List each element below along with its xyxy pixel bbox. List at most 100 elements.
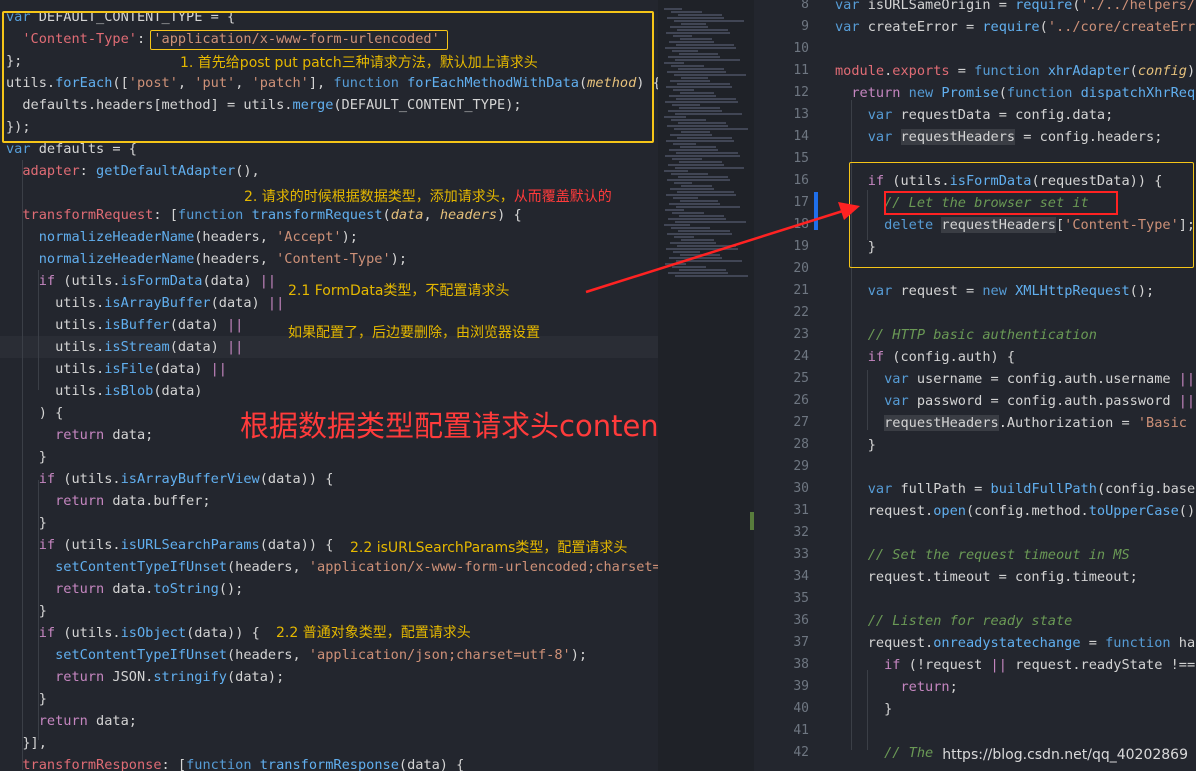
minimap-line [676, 206, 740, 208]
code-token: if [38, 273, 56, 289]
code-token: new [908, 85, 934, 101]
minimap-line [678, 176, 728, 178]
code-token: (data) [169, 317, 227, 333]
annotation-step-2: 2. 请求的时候根据数据类型，添加请求头，从而覆盖默认的 [244, 186, 612, 206]
minimap-line [674, 182, 692, 184]
minimap-line [673, 197, 698, 199]
code-line: if (config.auth) { [835, 346, 1015, 368]
code-token: (headers, [194, 251, 277, 267]
minimap-line [664, 116, 686, 118]
minimap-line [665, 155, 740, 157]
code-token: = [949, 63, 975, 79]
minimap-line [680, 200, 718, 202]
minimap-line [676, 152, 738, 154]
code-line: }], [6, 732, 47, 754]
minimap-line [680, 38, 712, 40]
minimap-line [664, 224, 690, 226]
code-token: } [6, 691, 47, 707]
code-line: if (utils.isFormData(data) || [6, 270, 276, 292]
code-token: './../helpers/ [1080, 0, 1196, 13]
code-token: ); [341, 229, 358, 245]
minimap-line [672, 266, 706, 268]
code-token: if [867, 349, 885, 365]
code-line: var username = config.auth.username || [835, 368, 1195, 390]
code-line: var fullPath = buildFullPath(config.base [835, 478, 1195, 500]
code-token: JSON. [104, 669, 154, 685]
minimap[interactable] [658, 0, 754, 771]
code-line: return new Promise(function dispatchXhrR… [835, 82, 1195, 104]
line-number: 18 [793, 217, 809, 232]
code-token: if [38, 537, 56, 553]
minimap-line [671, 173, 708, 175]
code-token: request.timeout = config.timeout; [835, 569, 1138, 585]
code-token: // Listen for ready state [867, 613, 1073, 629]
line-number: 14 [793, 129, 809, 144]
minimap-line [668, 56, 720, 58]
code-token: utils. [6, 383, 105, 399]
code-line: utils.isStream(data) || [6, 336, 243, 358]
code-token: data; [87, 713, 137, 729]
code-token: = config.headers; [1015, 129, 1163, 145]
code-line: utils.isFile(data) || [6, 358, 227, 380]
code-token: (data); [227, 669, 285, 685]
code-token: isBuffer [104, 317, 170, 333]
code-token: transformResponse [259, 757, 399, 771]
minimap-line [670, 242, 716, 244]
indent-guide [867, 370, 868, 430]
code-token: utils. [6, 295, 105, 311]
code-line: // Listen for ready state [835, 610, 1073, 632]
minimap-line [670, 26, 708, 28]
code-token: function [177, 207, 244, 223]
line-number: 37 [793, 635, 809, 650]
line-number: 33 [793, 547, 809, 562]
code-token: var [884, 393, 909, 409]
code-token: || [1178, 393, 1196, 409]
code-line: // The [835, 742, 933, 764]
code-token: (data) { [398, 757, 465, 771]
code-token: isArrayBuffer [104, 295, 211, 311]
code-line: // Set the request timeout in MS [835, 544, 1130, 566]
line-number: 11 [793, 63, 809, 78]
code-token: exports [892, 63, 950, 79]
minimap-line [668, 218, 726, 220]
code-token: 'application/json;charset=utf-8' [308, 647, 571, 663]
code-line: // HTTP basic authentication [835, 324, 1097, 346]
code-token: // The [884, 745, 934, 761]
watermark: https://blog.csdn.net/qq_40202869 [942, 747, 1188, 763]
code-token: var [835, 0, 860, 13]
annotation-step-2-yellow: 2. 请求的时候根据数据类型，添加请求头， [244, 189, 514, 205]
code-token: (data) [210, 295, 268, 311]
code-token: utils. [6, 317, 105, 333]
code-token: || [227, 317, 244, 333]
code-token: createError = [859, 19, 983, 35]
code-token: transformRequest [251, 207, 383, 223]
code-token: isArrayBufferView [120, 471, 260, 487]
line-number: 34 [793, 569, 809, 584]
code-token: (); [1129, 283, 1155, 299]
code-token: (utils. [55, 273, 121, 289]
code-line: return JSON.stringify(data); [6, 666, 284, 688]
code-line: requestHeaders.Authorization = 'Basic [835, 412, 1187, 434]
minimap-line [672, 212, 704, 214]
code-token: username = config.auth.username [908, 371, 1179, 387]
code-line: var requestData = config.data; [835, 104, 1114, 126]
minimap-line [676, 98, 736, 100]
minimap-line [678, 230, 730, 232]
left-editor-pane[interactable]: var DEFAULT_CONTENT_TYPE = { 'Content-Ty… [0, 0, 658, 771]
line-number: 13 [793, 107, 809, 122]
right-editor-pane[interactable]: 8 9 10 11 12 13 14 15 16 17 18 19 20 21 22 23 24 25 26 27 28… [754, 0, 1196, 771]
code-token: setContentTypeIfUnset [55, 559, 227, 575]
code-token: fullPath = [892, 481, 991, 497]
code-token: ); [570, 647, 588, 663]
minimap-line [672, 104, 700, 106]
code-token: var [6, 141, 31, 157]
minimap-line [680, 92, 714, 94]
code-line: normalizeHeaderName(headers, 'Accept'); [6, 226, 358, 248]
code-line: return data; [6, 710, 137, 732]
code-token: (config.auth) { [884, 349, 1016, 365]
